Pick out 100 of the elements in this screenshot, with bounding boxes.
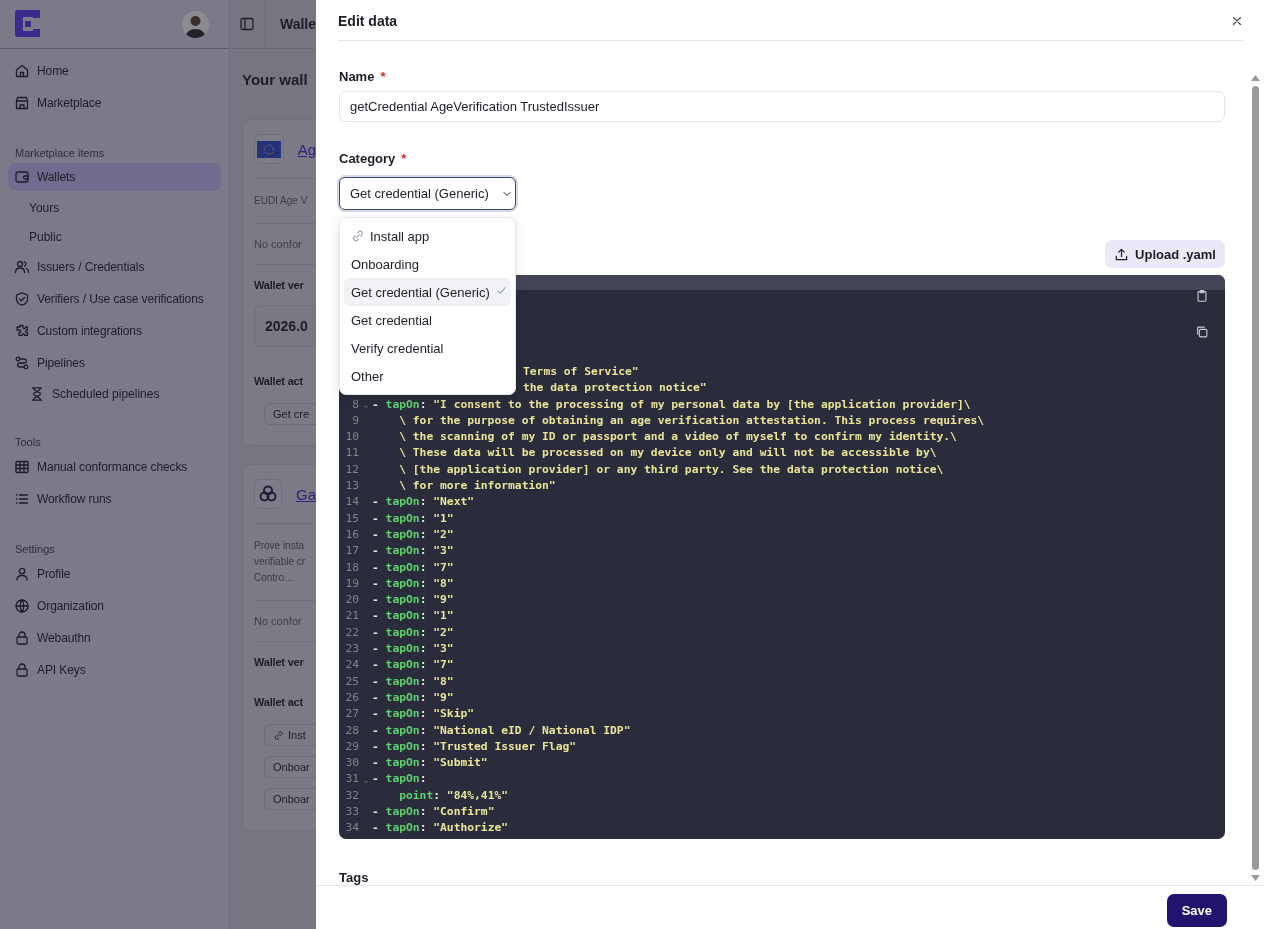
code-line: - tapOn: "National eID / National IDP" [372, 722, 631, 739]
code-line: Terms of Service" [523, 364, 639, 380]
nav-item[interactable]: Organization [8, 590, 221, 622]
line-number: 21 [344, 608, 359, 625]
page-title: Your wall [241, 70, 309, 90]
lock-icon [14, 662, 30, 678]
section-label: Wallet ver [254, 655, 305, 670]
menu-option[interactable]: Install app [344, 222, 511, 250]
house-icon [14, 63, 30, 79]
category-select[interactable]: Get credential (Generic) [339, 177, 516, 210]
menu-option[interactable]: Get credential [344, 306, 511, 334]
section-heading: Settings [14, 542, 56, 555]
check-icon [494, 284, 508, 297]
code-line: - tapOn: "Next" [372, 494, 475, 511]
line-number: 13 [344, 478, 359, 495]
line-number: 18 [344, 559, 359, 576]
code-editor[interactable] [339, 275, 1225, 839]
code-line: - tapOn: "Trusted Issuer Flag" [372, 738, 577, 755]
code-line: \ for the purpose of obtaining an age verification attestation. This process requires\ [398, 412, 985, 429]
scrollbar[interactable] [1251, 75, 1260, 881]
line-number: 24 [344, 657, 359, 674]
wallet-link[interactable]: Ga [296, 485, 316, 503]
hourglass-icon [29, 385, 45, 402]
line-number: 27 [344, 706, 359, 723]
user-icon [14, 566, 30, 582]
sidebar-toggle-icon [239, 16, 256, 32]
required-mark: * [401, 151, 407, 166]
version-box: 2026.0 [254, 305, 316, 347]
line-number: 15 [344, 510, 359, 527]
nav-item[interactable]: Pipelines [8, 347, 221, 379]
scroll-up-icon[interactable] [1251, 75, 1260, 81]
code-line: - tapOn: "2" [372, 624, 454, 641]
nav-item[interactable]: Issuers / Credentials [8, 251, 221, 283]
code-line: - tapOn: "3" [372, 543, 454, 560]
line-number: 10 [344, 429, 359, 446]
required-mark: * [380, 69, 386, 84]
line-number: 14 [344, 494, 359, 511]
nav-item[interactable]: Home [8, 55, 221, 87]
line-number: 9 [351, 412, 359, 429]
field-label: Category [339, 151, 396, 166]
line-number: 16 [344, 526, 359, 543]
save-button[interactable]: Save [1166, 893, 1227, 927]
name-field[interactable]: getCredential AgeVerification TrustedIssuer [339, 91, 1225, 122]
line-number: 34 [344, 820, 359, 837]
section-heading: Tools [14, 435, 42, 448]
upload-button[interactable]: Upload .yaml [1105, 240, 1225, 268]
nav-item[interactable]: Profile [8, 558, 221, 590]
section-label: Wallet ver [254, 278, 305, 293]
sheet-title: Edit data [338, 13, 398, 29]
store-icon [14, 95, 30, 111]
code-line: the data protection notice" [523, 380, 707, 397]
line-number: 26 [344, 689, 359, 706]
nav-item[interactable]: Verifiers / Use case verifications [8, 283, 221, 315]
code-line: - tapOn: "I consent to the processing of my personal data by [the application provider]\ [372, 396, 971, 413]
wallet-link[interactable]: Ag [297, 140, 316, 158]
nav-item[interactable]: Webauthn [8, 622, 221, 654]
nav-item[interactable]: Wallets [8, 163, 221, 191]
clipboard-icon [1195, 289, 1209, 303]
table-icon [14, 459, 30, 475]
code-line: point: "84%,41%" [398, 787, 509, 804]
list-icon [14, 491, 30, 507]
nav-subitem[interactable]: Public [8, 222, 221, 251]
code-line: - tapOn: "9" [372, 592, 454, 609]
link-icon [273, 729, 284, 741]
line-number: 19 [344, 575, 359, 592]
scroll-down-icon[interactable] [1251, 875, 1260, 881]
nav-subitem[interactable]: Yours [8, 193, 221, 222]
code-line: - tapOn: "1" [372, 608, 454, 625]
menu-option[interactable]: Onboarding [344, 250, 511, 278]
users-icon [14, 259, 30, 275]
nav-item[interactable]: Custom integrations [8, 315, 221, 347]
field-label: Name [339, 69, 375, 84]
code-line: - tapOn: "3" [372, 641, 454, 658]
nav-item[interactable]: API Keys [8, 654, 221, 686]
page-header-title: Walle [278, 16, 316, 32]
flag-icon [256, 140, 281, 158]
code-line: \ These data will be processed on my device only and will not be accessible by\ [398, 445, 937, 462]
line-number: 29 [344, 738, 359, 755]
code-line: - tapOn: "7" [372, 657, 454, 674]
nav-item[interactable]: Marketplace [8, 87, 221, 119]
line-number: 22 [344, 624, 359, 641]
section-label: Wallet act [254, 374, 304, 389]
nav-item[interactable]: Manual conformance checks [8, 451, 221, 483]
line-number: 20 [344, 592, 359, 609]
code-line: - tapOn: "7" [372, 559, 454, 576]
code-line: - tapOn: "1" [372, 510, 454, 527]
nav-item[interactable]: Workflow runs [8, 483, 221, 515]
code-line: \ the scanning of my ID or passport and a video of myself to confirm my identity.\ [398, 429, 957, 446]
upload-icon [1114, 246, 1130, 262]
line-number: 11 [344, 445, 359, 462]
puzzle-icon [14, 323, 30, 339]
code-line: - tapOn: "9" [372, 689, 454, 706]
menu-option[interactable]: Verify credential [344, 334, 511, 362]
shield-check-icon [14, 291, 30, 307]
close-button[interactable] [1230, 14, 1244, 28]
nav-subitem[interactable]: Scheduled pipelines [8, 379, 221, 408]
menu-option[interactable]: Other [344, 362, 511, 390]
menu-option[interactable]: Get credential (Generic) [344, 278, 511, 306]
copy-icon [1195, 325, 1209, 339]
line-number: 25 [344, 673, 359, 690]
